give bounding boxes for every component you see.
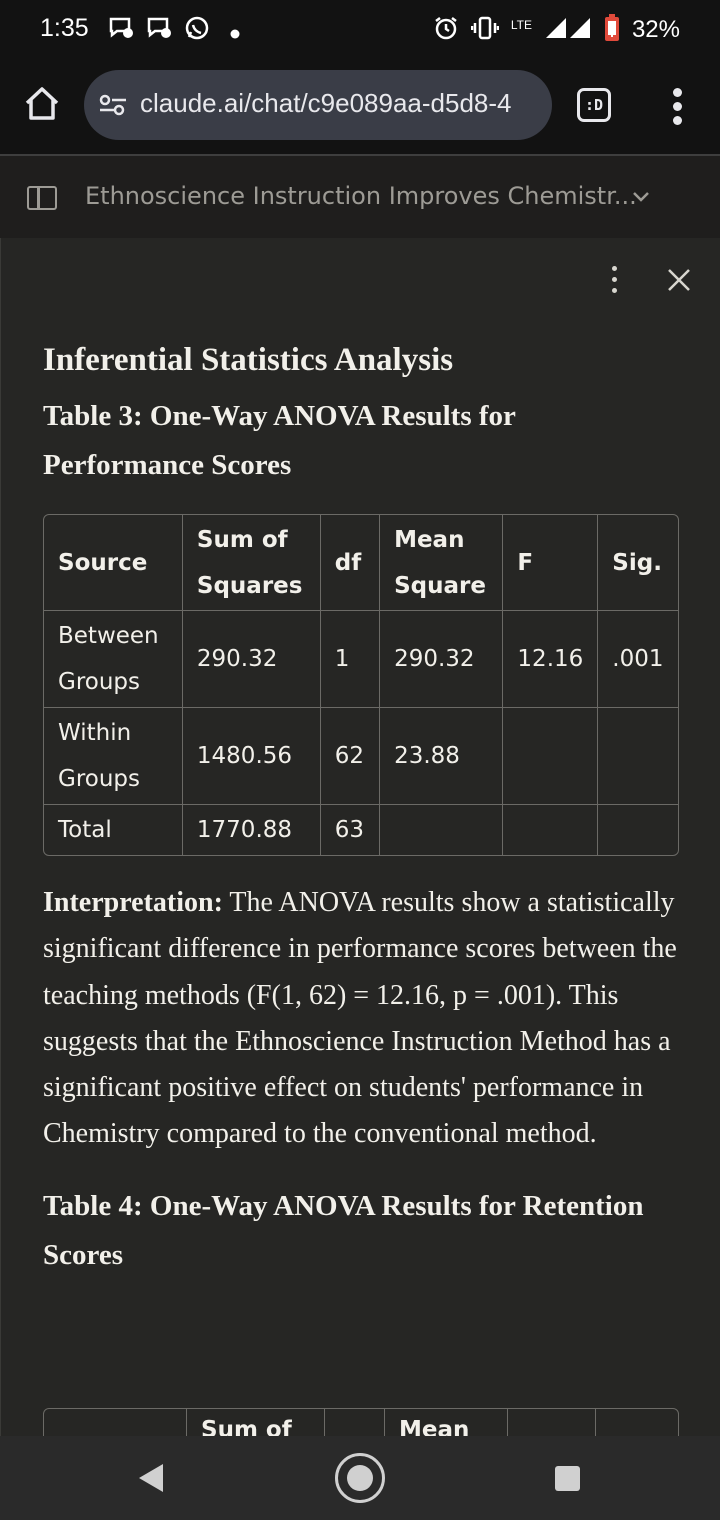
table-cell: 12.16 bbox=[503, 611, 599, 708]
table-cell: Between Groups bbox=[44, 611, 183, 708]
table-header-cell: Source bbox=[44, 515, 183, 611]
chat-header: Ethnoscience Instruction Improves Chemis… bbox=[0, 154, 720, 238]
status-time: 1:35 bbox=[40, 14, 89, 42]
table-cell bbox=[598, 805, 678, 855]
table-row: Within Groups 1480.56 62 23.88 bbox=[44, 708, 678, 805]
status-bar: 1:35 LTE 32% bbox=[0, 0, 720, 58]
table-header-cell: df bbox=[320, 515, 381, 611]
table-cell: 1480.56 bbox=[182, 708, 321, 805]
battery-percent: 32% bbox=[631, 16, 680, 43]
site-settings-icon[interactable] bbox=[98, 90, 128, 124]
table-header-cell: Sum of Squares bbox=[182, 515, 321, 611]
table-cell: 1 bbox=[320, 611, 381, 708]
table-cell bbox=[598, 708, 678, 805]
table-cell: 1770.88 bbox=[183, 805, 321, 855]
url-text[interactable]: claude.ai/chat/c9e089aa-d5d8-4 bbox=[140, 88, 512, 119]
system-navigation-bar bbox=[0, 1436, 720, 1520]
table-cell: 290.32 bbox=[182, 611, 321, 708]
close-icon[interactable] bbox=[665, 266, 693, 294]
table-cell bbox=[503, 805, 599, 855]
table-cell: 23.88 bbox=[380, 708, 504, 805]
table-cell: 290.32 bbox=[380, 611, 504, 708]
document-content: Inferential Statistics Analysis Table 3:… bbox=[43, 334, 679, 1280]
home-button-icon[interactable] bbox=[335, 1453, 385, 1503]
whatsapp-icon bbox=[184, 15, 210, 45]
table-row: Between Groups 290.32 1 290.32 12.16 .00… bbox=[44, 611, 678, 708]
table-cell bbox=[503, 708, 599, 805]
chat-notification-icon bbox=[146, 15, 172, 45]
interpretation-paragraph: Interpretation: The ANOVA results show a… bbox=[43, 880, 679, 1158]
table3-title: Table 3: One-Way ANOVA Results for Perfo… bbox=[43, 400, 516, 481]
chat-notification-icon bbox=[108, 15, 134, 45]
table-column-divider bbox=[595, 1409, 596, 1436]
table-cell bbox=[380, 805, 504, 855]
artifact-panel: Inferential Statistics Analysis Table 3:… bbox=[0, 238, 720, 1436]
table-cell: 62 bbox=[320, 708, 381, 805]
table-column-divider bbox=[507, 1409, 508, 1436]
table-cell: .001 bbox=[598, 611, 678, 708]
table-cell: Total bbox=[44, 805, 183, 855]
section-heading: Inferential Statistics Analysis bbox=[43, 342, 454, 378]
url-bar[interactable]: claude.ai/chat/c9e089aa-d5d8-4 bbox=[84, 70, 552, 140]
table-column-divider bbox=[324, 1409, 325, 1436]
table-column-divider bbox=[384, 1409, 385, 1436]
table-header-cell: F bbox=[503, 515, 599, 611]
recent-apps-icon[interactable] bbox=[555, 1466, 580, 1491]
table4-title: Table 4: One-Way ANOVA Results for Reten… bbox=[43, 1189, 644, 1271]
table-column-divider bbox=[186, 1409, 187, 1436]
alarm-icon bbox=[433, 15, 459, 45]
table-row: Total 1770.88 63 bbox=[44, 805, 678, 855]
more-options-icon[interactable] bbox=[605, 266, 623, 296]
back-icon[interactable] bbox=[137, 1462, 165, 1498]
tab-switcher-button[interactable]: :D bbox=[577, 88, 611, 122]
dot-icon bbox=[230, 24, 240, 43]
browser-toolbar: claude.ai/chat/c9e089aa-d5d8-4 :D bbox=[0, 58, 720, 154]
sidebar-toggle-icon[interactable] bbox=[27, 186, 57, 210]
browser-menu-icon[interactable] bbox=[668, 88, 688, 125]
vibrate-icon bbox=[470, 16, 500, 44]
chevron-down-icon[interactable] bbox=[632, 188, 650, 207]
table-header-cell: Mean Square bbox=[380, 515, 504, 611]
chat-title[interactable]: Ethnoscience Instruction Improves Chemis… bbox=[85, 182, 637, 210]
interpretation-text: The ANOVA results show a statistically s… bbox=[43, 887, 677, 1150]
table-cell: Within Groups bbox=[44, 708, 183, 805]
table-header-cell: Sum of bbox=[201, 1417, 292, 1436]
lte-label: LTE bbox=[510, 18, 532, 32]
interpretation-label: Interpretation: bbox=[43, 887, 223, 918]
table-cell: 63 bbox=[321, 805, 381, 855]
anova-table-retention: Sum of Mean bbox=[43, 1408, 679, 1436]
anova-table-performance: Source Sum of Squares df Mean Square F S… bbox=[43, 514, 679, 856]
table-header-cell: Mean bbox=[399, 1417, 470, 1436]
table-header-cell: Sig. bbox=[598, 515, 678, 611]
signal-icon bbox=[544, 16, 592, 44]
home-icon[interactable] bbox=[22, 84, 62, 124]
battery-icon bbox=[604, 14, 620, 46]
